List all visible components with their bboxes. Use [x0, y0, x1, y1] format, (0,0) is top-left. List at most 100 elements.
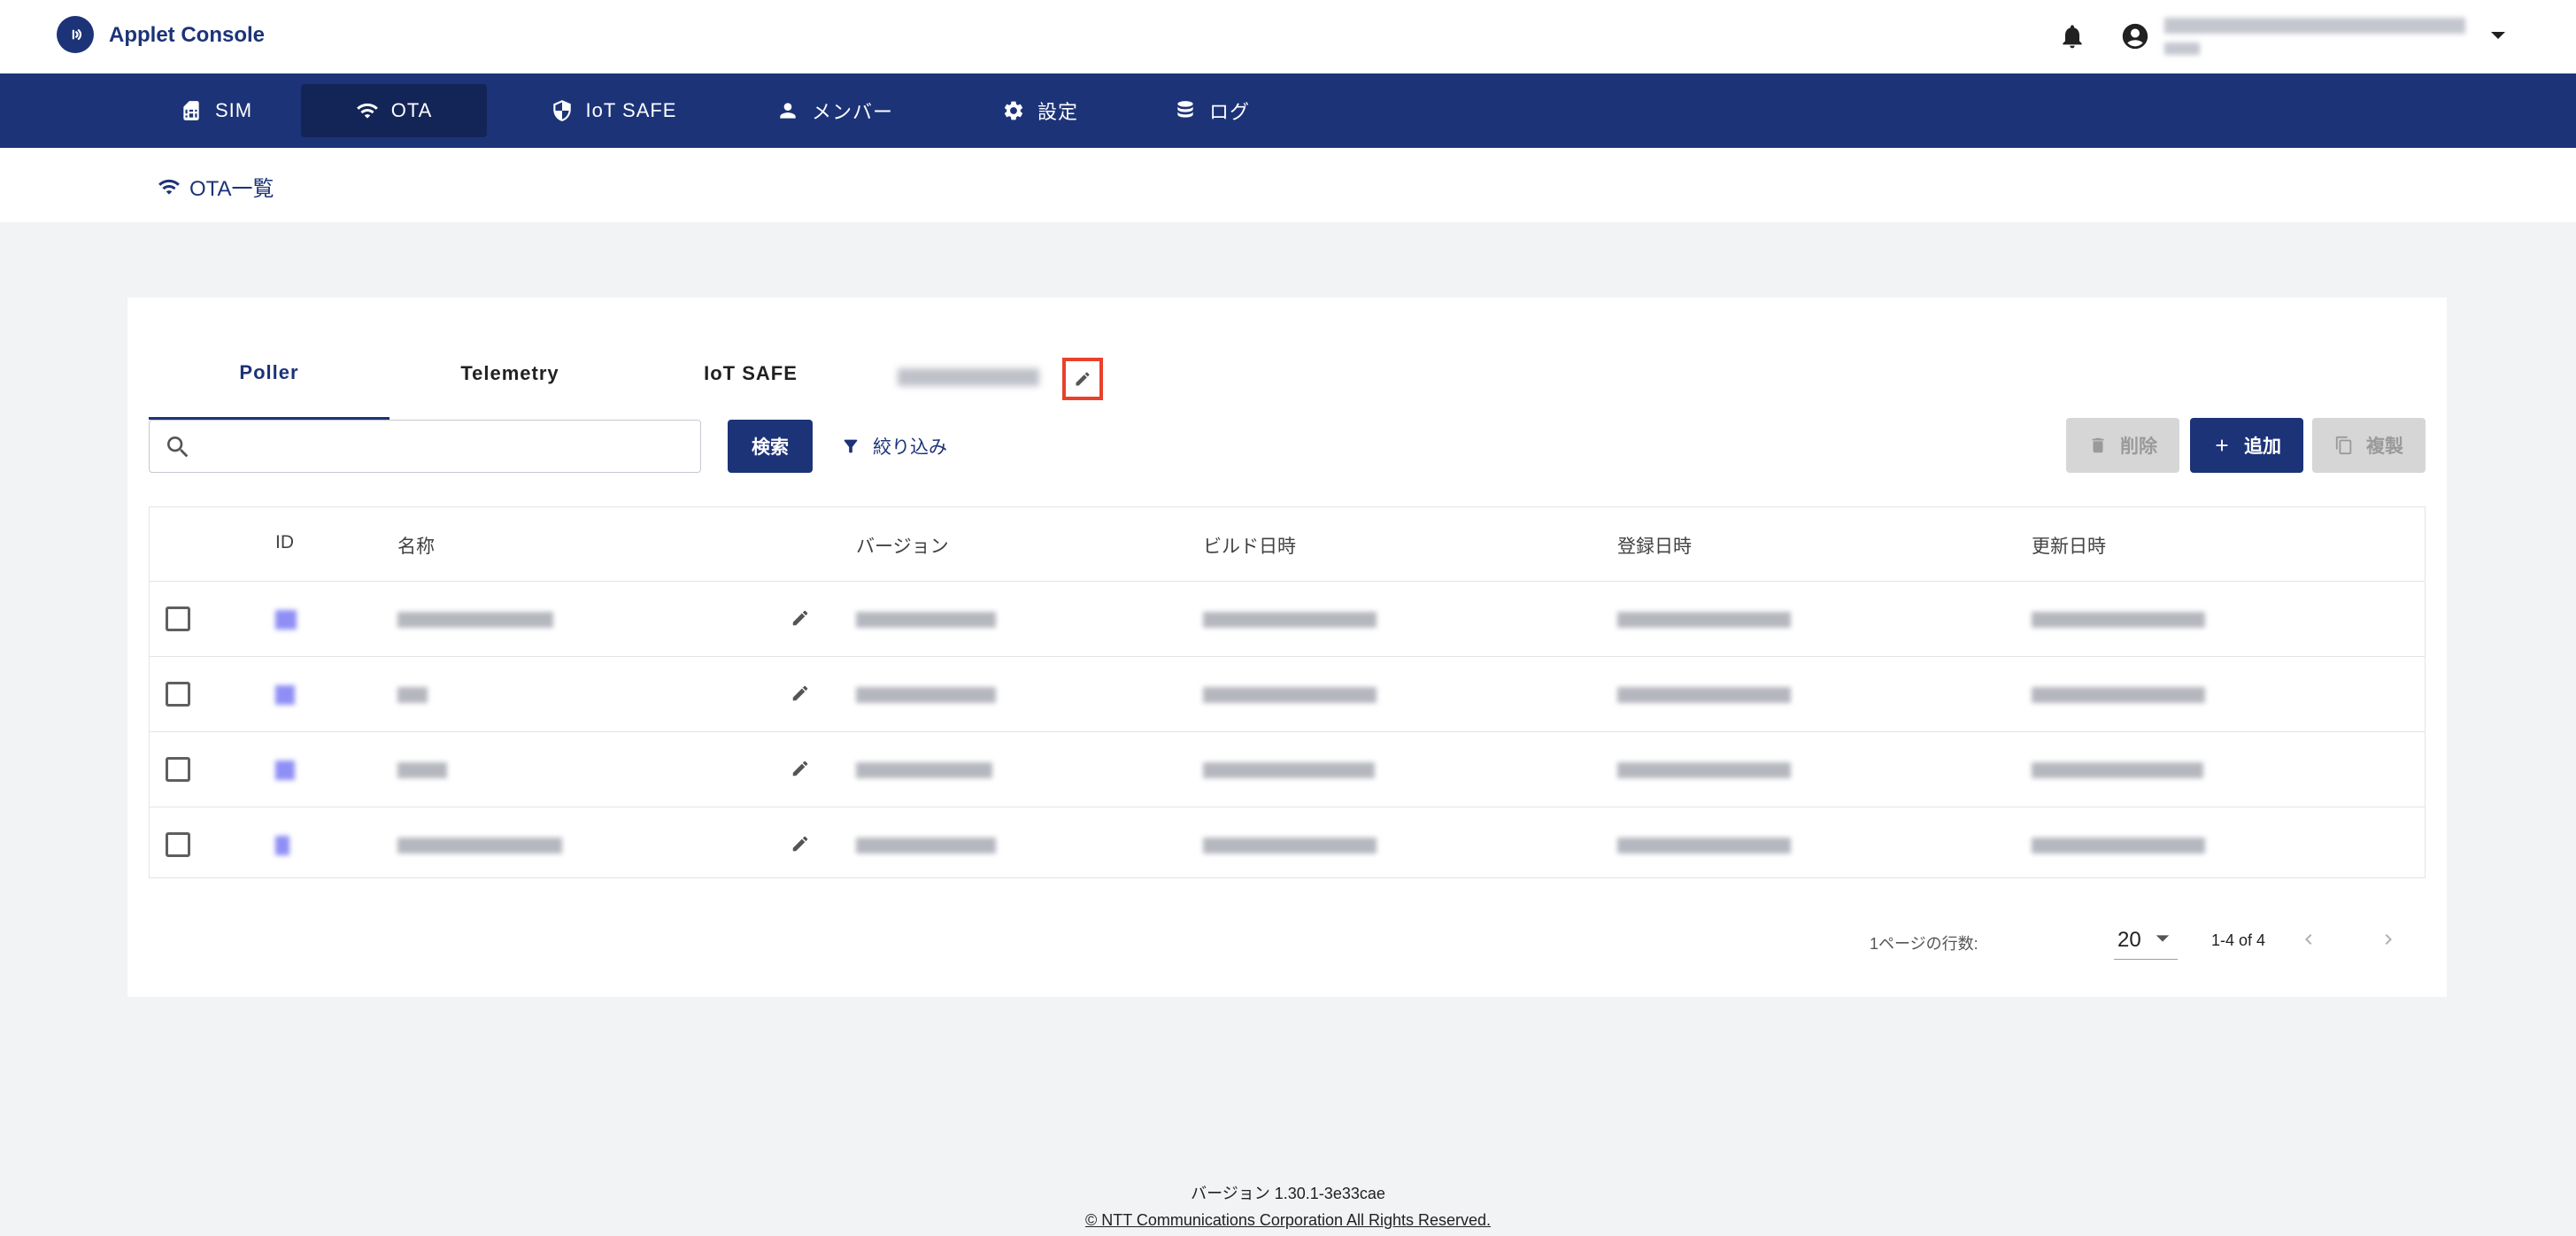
copyright-link[interactable]: © NTT Communications Corporation All Rig…: [0, 1211, 2576, 1230]
breadcrumb-label: OTA一覧: [189, 177, 274, 201]
app-logo-icon[interactable]: [57, 16, 94, 53]
pencil-icon[interactable]: [791, 834, 810, 854]
trash-icon: [2092, 437, 2104, 453]
column-header-name[interactable]: 名称: [397, 532, 435, 559]
rows-per-page-value: 20: [2117, 928, 2141, 952]
redacted-registered-date: [1617, 612, 1791, 628]
pencil-icon[interactable]: [791, 608, 810, 628]
tab-edit-button[interactable]: [1062, 358, 1103, 400]
redacted-version: [856, 612, 996, 628]
tab-iot-safe[interactable]: IoT SAFE: [630, 328, 871, 420]
nav-item-members[interactable]: メンバー: [772, 84, 898, 137]
tab-custom-redacted[interactable]: [898, 368, 1039, 386]
redacted-name: [397, 687, 428, 703]
table-row[interactable]: [150, 657, 2425, 732]
rows-per-page-label: 1ページの行数:: [1870, 935, 1978, 953]
nav-item-label: メンバー: [811, 101, 893, 123]
rows-per-page-select[interactable]: 20: [2114, 921, 2178, 960]
add-label: 追加: [2244, 436, 2281, 457]
redacted-build-date: [1203, 687, 1377, 703]
nav-item-label: 設定: [1037, 101, 1078, 123]
delete-button[interactable]: 削除: [2066, 418, 2179, 473]
filter-label: 絞り込み: [873, 437, 947, 458]
filter-button[interactable]: 絞り込み: [841, 430, 947, 462]
row-checkbox[interactable]: [166, 832, 190, 857]
redacted-id[interactable]: [275, 610, 297, 630]
column-header-id[interactable]: ID: [275, 532, 294, 553]
pencil-icon[interactable]: [791, 759, 810, 778]
wifi-icon: [356, 103, 378, 119]
add-button[interactable]: 追加: [2190, 418, 2303, 473]
redacted-updated-date: [2032, 762, 2203, 778]
delete-label: 削除: [2120, 436, 2157, 457]
nav-item-label: IoT SAFE: [585, 99, 677, 121]
search-input[interactable]: [203, 428, 681, 465]
nav-item-settings[interactable]: 設定: [991, 84, 1089, 137]
nav-item-ota[interactable]: OTA: [301, 84, 487, 137]
account-menu-dropdown-icon[interactable]: [2489, 29, 2507, 42]
table-row[interactable]: [150, 582, 2425, 657]
column-header-version[interactable]: バージョン: [856, 532, 949, 559]
applet-table: ID 名称 バージョン ビルド日時 登録日時 更新日時: [149, 506, 2426, 878]
row-checkbox[interactable]: [166, 757, 190, 782]
copy-label: 複製: [2366, 436, 2403, 457]
redacted-version: [856, 687, 996, 703]
gear-icon: [1004, 101, 1023, 120]
redacted-name: [397, 838, 562, 854]
nav-item-label: SIM: [214, 99, 253, 121]
redacted-updated-date: [2032, 687, 2205, 703]
nav-item-log[interactable]: ログ: [1170, 84, 1253, 137]
tab-telemetry[interactable]: Telemetry: [389, 328, 630, 420]
filter-icon: [844, 439, 858, 453]
breadcrumb-ota-list[interactable]: OTA一覧: [158, 171, 274, 202]
user-account-name[interactable]: [2164, 16, 2465, 58]
redacted-user-email: [2164, 18, 2465, 34]
row-checkbox[interactable]: [166, 682, 190, 707]
redacted-id[interactable]: [275, 685, 295, 705]
redacted-registered-date: [1617, 687, 1791, 703]
redacted-updated-date: [2032, 612, 2205, 628]
column-header-registered-date[interactable]: 登録日時: [1617, 532, 1692, 559]
wifi-icon: [158, 179, 180, 195]
nav-item-label: OTA: [390, 99, 433, 121]
database-icon: [1177, 101, 1193, 118]
search-box: [149, 420, 701, 473]
table-row[interactable]: [150, 807, 2425, 883]
redacted-build-date: [1203, 762, 1375, 778]
chevron-left-icon[interactable]: [2298, 926, 2319, 953]
column-header-build-date[interactable]: ビルド日時: [1203, 532, 1296, 559]
pencil-icon[interactable]: [791, 684, 810, 703]
sim-card-icon: [183, 101, 199, 120]
redacted-name: [397, 612, 553, 628]
shield-icon: [552, 100, 571, 121]
redacted-build-date: [1203, 838, 1377, 854]
person-icon: [780, 103, 796, 119]
copy-button[interactable]: 複製: [2312, 418, 2426, 473]
notification-bell-icon[interactable]: [2058, 21, 2086, 51]
redacted-version: [856, 762, 992, 778]
plus-icon: [2216, 439, 2228, 452]
pencil-icon: [1076, 372, 1090, 386]
search-button[interactable]: 検索: [728, 420, 813, 473]
app-title[interactable]: Applet Console: [109, 23, 265, 48]
search-icon: [167, 436, 189, 458]
row-checkbox[interactable]: [166, 606, 190, 631]
table-header: ID 名称 バージョン ビルド日時 登録日時 更新日時: [150, 507, 2425, 582]
column-header-updated-date[interactable]: 更新日時: [2032, 532, 2106, 559]
redacted-user-domain: [2164, 42, 2200, 55]
redacted-id[interactable]: [275, 836, 289, 855]
app-header: Applet Console: [0, 0, 2576, 73]
tab-poller[interactable]: Poller: [149, 328, 389, 420]
table-row[interactable]: [150, 732, 2425, 807]
chevron-right-icon[interactable]: [2378, 926, 2399, 953]
app-version: バージョン 1.30.1-3e33cae: [1191, 1185, 1385, 1202]
redacted-registered-date: [1617, 838, 1791, 854]
main-nav: SIM OTA IoT SAFE メンバー 設定 ログ: [0, 73, 2576, 148]
nav-item-label: ログ: [1208, 101, 1250, 123]
redacted-id[interactable]: [275, 761, 295, 780]
nav-item-sim[interactable]: SIM: [165, 84, 267, 137]
pagination-range: 1-4 of 4: [2211, 931, 2266, 949]
account-circle-icon[interactable]: [2120, 21, 2150, 51]
chevron-down-icon: [2156, 935, 2170, 942]
nav-item-iot-safe[interactable]: IoT SAFE: [535, 84, 692, 137]
